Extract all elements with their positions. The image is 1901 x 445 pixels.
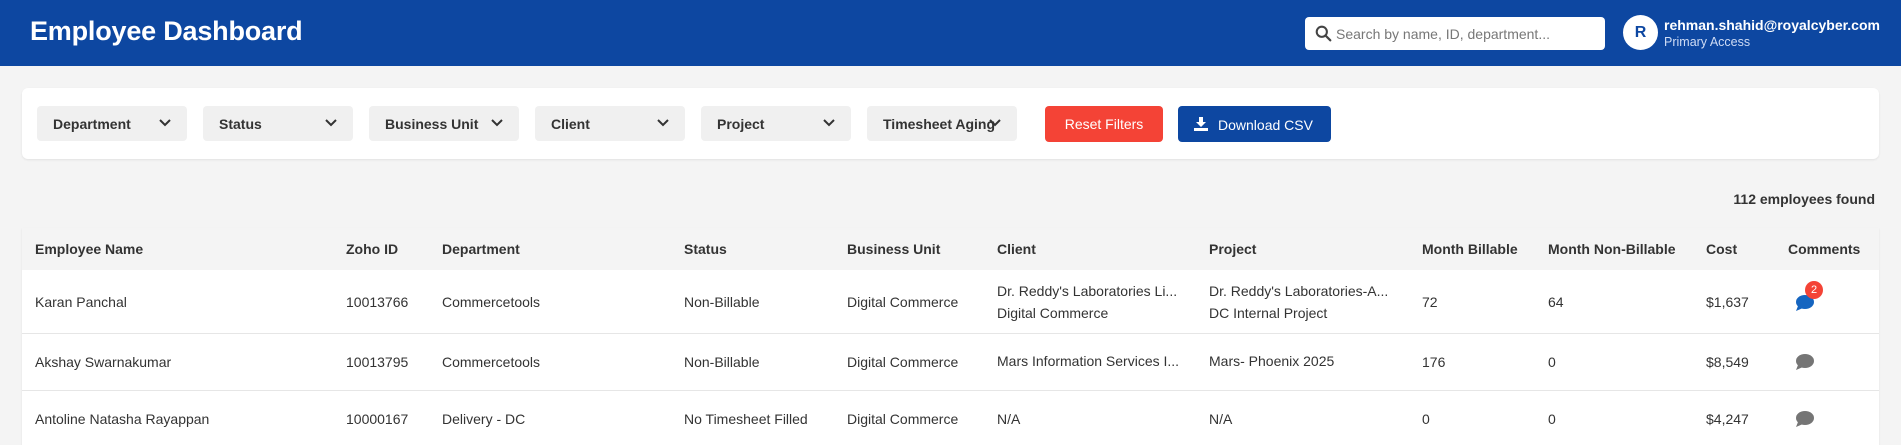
search-box[interactable] [1305, 17, 1605, 50]
user-email: rehman.shahid@royalcyber.com [1664, 17, 1880, 33]
chevron-down-icon [159, 119, 171, 127]
client: Mars Information Services I... [997, 353, 1197, 369]
chevron-down-icon [491, 119, 503, 127]
project-line: Mars- Phoenix 2025 [1209, 353, 1335, 369]
search-input[interactable] [1336, 17, 1598, 50]
status: Non-Billable [684, 294, 760, 310]
project: N/A [1209, 411, 1409, 427]
column-header[interactable]: Comments [1788, 241, 1860, 257]
cost: $4,247 [1706, 411, 1749, 427]
client-line: N/A [997, 411, 1021, 427]
client-filter-label: Client [551, 116, 590, 132]
cost: $8,549 [1706, 354, 1749, 370]
business-unit-filter-label: Business Unit [385, 116, 479, 132]
project: Mars- Phoenix 2025 [1209, 353, 1409, 369]
project-filter-label: Project [717, 116, 765, 132]
employee-table: Employee Name Zoho ID Department Status … [22, 228, 1879, 445]
search-icon [1315, 25, 1332, 42]
status: Non-Billable [684, 354, 760, 370]
project: Dr. Reddy's Laboratories-A... DC Interna… [1209, 280, 1409, 324]
download-csv-button[interactable]: Download CSV [1178, 106, 1331, 142]
client-line: Mars Information Services I... [997, 353, 1180, 369]
timesheet-aging-filter[interactable]: Timesheet Aging [867, 106, 1017, 141]
project-filter[interactable]: Project [701, 106, 851, 141]
timesheet-aging-filter-label: Timesheet Aging [883, 116, 996, 132]
chevron-down-icon [325, 119, 337, 127]
month-billable: 176 [1422, 354, 1446, 370]
comment-icon[interactable] [1795, 410, 1815, 428]
column-header[interactable]: Month Billable [1422, 241, 1518, 257]
department: Delivery - DC [442, 411, 526, 427]
project-line: Dr. Reddy's Laboratories-A... [1209, 283, 1389, 299]
month-non-billable: 64 [1548, 294, 1564, 310]
column-header[interactable]: Month Non-Billable [1548, 241, 1676, 257]
client-line: Digital Commerce [997, 305, 1109, 321]
table-header: Employee Name Zoho ID Department Status … [22, 228, 1879, 270]
chevron-down-icon [823, 119, 835, 127]
comment-count-badge: 2 [1805, 281, 1823, 299]
column-header[interactable]: Zoho ID [346, 241, 398, 257]
business-unit: Digital Commerce [847, 354, 959, 370]
table-row[interactable]: Antoline Natasha Rayappan 10000167 Deliv… [22, 392, 1879, 445]
month-non-billable: 0 [1548, 411, 1556, 427]
download-icon [1194, 117, 1208, 131]
table-row[interactable]: Akshay Swarnakumar 10013795 Commercetool… [22, 335, 1879, 391]
comment-icon[interactable] [1795, 353, 1815, 371]
business-unit: Digital Commerce [847, 411, 959, 427]
column-header[interactable]: Employee Name [35, 241, 143, 257]
reset-filters-button[interactable]: Reset Filters [1045, 106, 1163, 142]
client-filter[interactable]: Client [535, 106, 685, 141]
page-title: Employee Dashboard [30, 16, 303, 46]
column-header[interactable]: Client [997, 241, 1036, 257]
status-filter-label: Status [219, 116, 262, 132]
zoho-id: 10013795 [346, 354, 409, 370]
column-header[interactable]: Department [442, 241, 520, 257]
department: Commercetools [442, 354, 541, 370]
client: Dr. Reddy's Laboratories Li... Digital C… [997, 280, 1197, 324]
table-row[interactable]: Karan Panchal 10013766 Commercetools Non… [22, 270, 1879, 334]
project-line: DC Internal Project [1209, 305, 1328, 321]
month-billable: 0 [1422, 411, 1430, 427]
department-filter[interactable]: Department [37, 106, 187, 141]
cost: $1,637 [1706, 294, 1749, 310]
column-header[interactable]: Status [684, 241, 727, 257]
column-header[interactable]: Project [1209, 241, 1256, 257]
month-non-billable: 0 [1548, 354, 1556, 370]
employee-name: Karan Panchal [35, 294, 127, 310]
employee-name: Akshay Swarnakumar [35, 354, 172, 370]
user-access-level: Primary Access [1664, 35, 1751, 49]
avatar[interactable]: R [1623, 15, 1658, 50]
column-header[interactable]: Cost [1706, 241, 1737, 257]
chevron-down-icon [657, 119, 669, 127]
status: No Timesheet Filled [684, 411, 808, 427]
business-unit: Digital Commerce [847, 294, 959, 310]
client-line: Dr. Reddy's Laboratories Li... [997, 283, 1178, 299]
zoho-id: 10013766 [346, 294, 409, 310]
chevron-down-icon [989, 119, 1001, 127]
month-billable: 72 [1422, 294, 1438, 310]
results-count: 112 employees found [1733, 191, 1875, 207]
project-line: N/A [1209, 411, 1233, 427]
department: Commercetools [442, 294, 541, 310]
business-unit-filter[interactable]: Business Unit [369, 106, 519, 141]
download-csv-label: Download CSV [1218, 117, 1313, 133]
department-filter-label: Department [53, 116, 131, 132]
column-header[interactable]: Business Unit [847, 241, 940, 257]
employee-name: Antoline Natasha Rayappan [35, 411, 210, 427]
app-header: Employee Dashboard R rehman.shahid@royal… [0, 0, 1901, 66]
client: N/A [997, 411, 1197, 427]
zoho-id: 10000167 [346, 411, 409, 427]
status-filter[interactable]: Status [203, 106, 353, 141]
